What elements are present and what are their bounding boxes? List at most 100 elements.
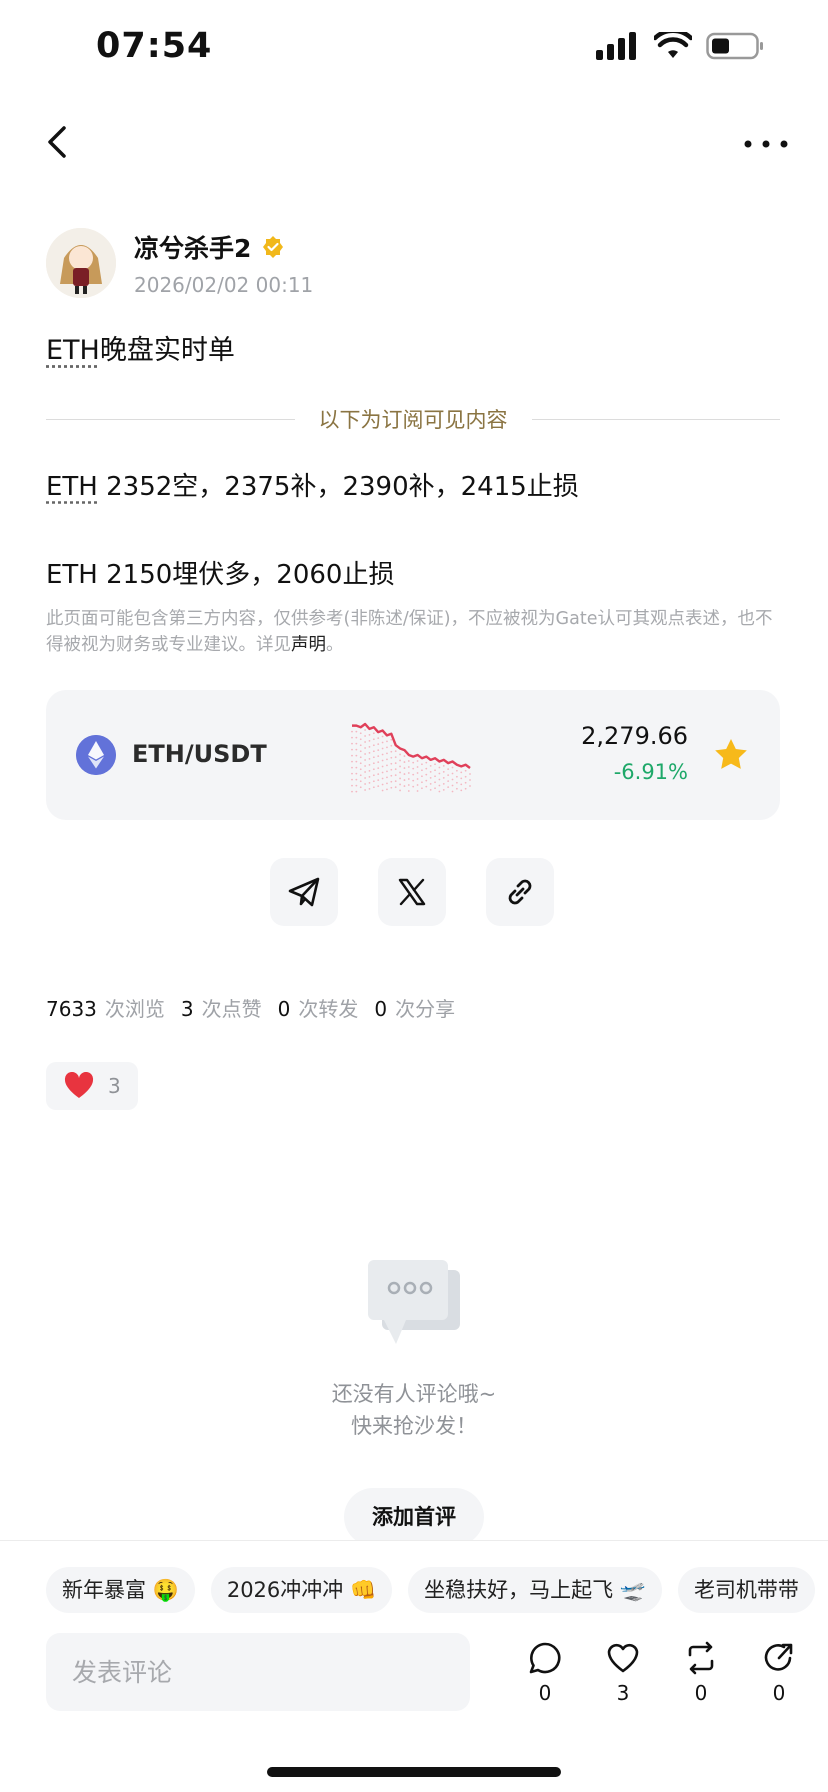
share-action-button[interactable]: 0 bbox=[740, 1641, 818, 1705]
sparkline-fill-dot bbox=[377, 743, 380, 746]
sparkline-fill-dot bbox=[364, 777, 367, 779]
sparkline-fill-dot bbox=[355, 766, 358, 769]
status-icons bbox=[596, 32, 764, 60]
eth-tag-link[interactable]: ETH bbox=[46, 335, 100, 366]
sparkline-fill-dot bbox=[359, 744, 362, 747]
add-first-comment-button[interactable]: 添加首评 bbox=[344, 1488, 484, 1546]
sparkline-fill-dot bbox=[434, 769, 436, 772]
sparkline-fill-dot bbox=[368, 787, 371, 790]
sparkline-fill-dot bbox=[364, 789, 367, 791]
sparkline-fill-dot bbox=[403, 767, 406, 769]
more-icon[interactable] bbox=[738, 120, 794, 164]
sparkline-fill-dot bbox=[364, 747, 367, 749]
share-telegram-button[interactable] bbox=[270, 858, 338, 926]
sparkline-fill-dot bbox=[451, 766, 454, 769]
sparkline-fill-dot bbox=[368, 757, 371, 760]
post-title: ETH晚盘实时单 bbox=[46, 328, 235, 367]
empty-comments-icon bbox=[368, 1260, 460, 1344]
post-time: 2026/02/02 00:11 bbox=[134, 273, 314, 297]
comment-input[interactable] bbox=[46, 1633, 470, 1711]
sparkline-fill-dot bbox=[355, 748, 358, 751]
sparkline-fill-dot bbox=[460, 771, 463, 774]
sparkline-fill-dot bbox=[368, 739, 371, 742]
sparkline-fill-dot bbox=[399, 777, 401, 780]
sparkline-fill-dot bbox=[351, 778, 353, 781]
quick-tag[interactable]: 坐稳扶好，马上起飞 🛫 bbox=[408, 1567, 662, 1613]
sparkline-fill-dot bbox=[407, 760, 410, 762]
favorite-star-icon[interactable] bbox=[712, 736, 750, 774]
repost-action-button[interactable]: 0 bbox=[662, 1641, 740, 1705]
sparkline-fill-dot bbox=[403, 773, 406, 775]
sparkline-fill-dot bbox=[399, 783, 401, 786]
sparkline-fill-dot bbox=[368, 751, 371, 754]
back-icon[interactable] bbox=[36, 120, 80, 164]
sparkline-fill-dot bbox=[390, 762, 393, 765]
sparkline-fill-dot bbox=[368, 781, 371, 784]
sparkline-fill-dot bbox=[386, 740, 388, 743]
sparkline-fill-dot bbox=[368, 745, 371, 748]
sparkline-fill-dot bbox=[416, 772, 419, 774]
shares-stat: 0 次分享 bbox=[374, 997, 456, 1021]
sparkline-fill-dot bbox=[359, 732, 362, 735]
sparkline-fill-dot bbox=[364, 735, 367, 737]
sparkline-fill-dot bbox=[351, 754, 353, 757]
statement-link[interactable]: 声明 bbox=[291, 635, 326, 655]
sparkline-fill-dot bbox=[390, 744, 393, 747]
eth-tag-link[interactable]: ETH bbox=[46, 472, 98, 502]
ticker-change: -6.91% bbox=[613, 760, 688, 784]
comment-action-button[interactable]: 0 bbox=[506, 1641, 584, 1705]
heart-reaction-chip[interactable]: 3 bbox=[46, 1062, 138, 1110]
sparkline-fill-dot bbox=[390, 786, 393, 789]
sparkline-line bbox=[352, 722, 471, 769]
sparkline-fill-dot bbox=[377, 785, 380, 788]
sparkline-fill-dot bbox=[351, 736, 353, 739]
bottom-comment-panel: 新年暴富 🤑 2026冲冲冲 👊 坐稳扶好，马上起飞 🛫 老司机带带 0 3 0 bbox=[0, 1540, 828, 1792]
sparkline-fill-dot bbox=[438, 778, 441, 781]
sparkline-fill-dot bbox=[372, 744, 375, 747]
sparkline-fill-dot bbox=[381, 741, 384, 744]
sparkline-fill-dot bbox=[438, 766, 441, 769]
sparkline-fill-dot bbox=[438, 784, 441, 787]
ticker-card[interactable]: ETH/USDT 2,279.66 -6.91% bbox=[46, 690, 780, 820]
sparkline-fill-dot bbox=[386, 770, 388, 773]
sparkline-fill-dot bbox=[455, 769, 458, 772]
quick-tag[interactable]: 新年暴富 🤑 bbox=[46, 1567, 195, 1613]
sparkline-fill-dot bbox=[386, 746, 388, 749]
sparkline-fill-dot bbox=[364, 729, 367, 731]
sparkline-fill-dot bbox=[355, 760, 358, 763]
sparkline-fill-dot bbox=[434, 763, 436, 766]
sparkline-fill-dot bbox=[399, 789, 401, 792]
quick-tag[interactable]: 2026冲冲冲 👊 bbox=[210, 1567, 393, 1613]
sparkline-fill-dot bbox=[372, 774, 375, 777]
sparkline-fill-dot bbox=[355, 790, 358, 793]
sparkline-fill-dot bbox=[381, 777, 384, 780]
sparkline-fill-dot bbox=[368, 769, 371, 772]
sparkline-fill-dot bbox=[451, 778, 454, 781]
quick-tag[interactable]: 老司机带带 bbox=[677, 1567, 815, 1613]
sparkline-fill-dot bbox=[464, 769, 467, 772]
avatar[interactable] bbox=[46, 228, 116, 298]
status-time: 07:54 bbox=[96, 26, 213, 66]
share-x-button[interactable] bbox=[378, 858, 446, 926]
sparkline-fill-dot bbox=[421, 769, 423, 772]
likes-stat: 3 次点赞 bbox=[180, 997, 262, 1021]
author-name[interactable]: 凉兮杀手2 bbox=[134, 229, 251, 265]
sparkline-fill-dot bbox=[359, 762, 362, 765]
sparkline-fill-dot bbox=[381, 783, 384, 786]
sparkline-fill-dot bbox=[434, 787, 436, 790]
sparkline-fill-dot bbox=[403, 761, 406, 763]
sparkline-fill-dot bbox=[429, 788, 432, 791]
sparkline-fill-dot bbox=[355, 784, 358, 787]
copy-link-button[interactable] bbox=[486, 858, 554, 926]
sparkline-fill-dot bbox=[455, 775, 458, 778]
sparkline-fill-dot bbox=[390, 774, 393, 777]
sparkline-fill-dot bbox=[460, 783, 463, 786]
sparkline-fill-dot bbox=[351, 730, 353, 733]
sparkline-fill-dot bbox=[438, 790, 441, 793]
reposts-stat: 0 次转发 bbox=[277, 997, 359, 1021]
top-nav bbox=[0, 110, 828, 180]
sparkline-fill-dot bbox=[381, 753, 384, 756]
sparkline-fill-dot bbox=[359, 768, 362, 771]
sparkline-fill-dot bbox=[442, 776, 445, 779]
like-action-button[interactable]: 3 bbox=[584, 1641, 662, 1705]
